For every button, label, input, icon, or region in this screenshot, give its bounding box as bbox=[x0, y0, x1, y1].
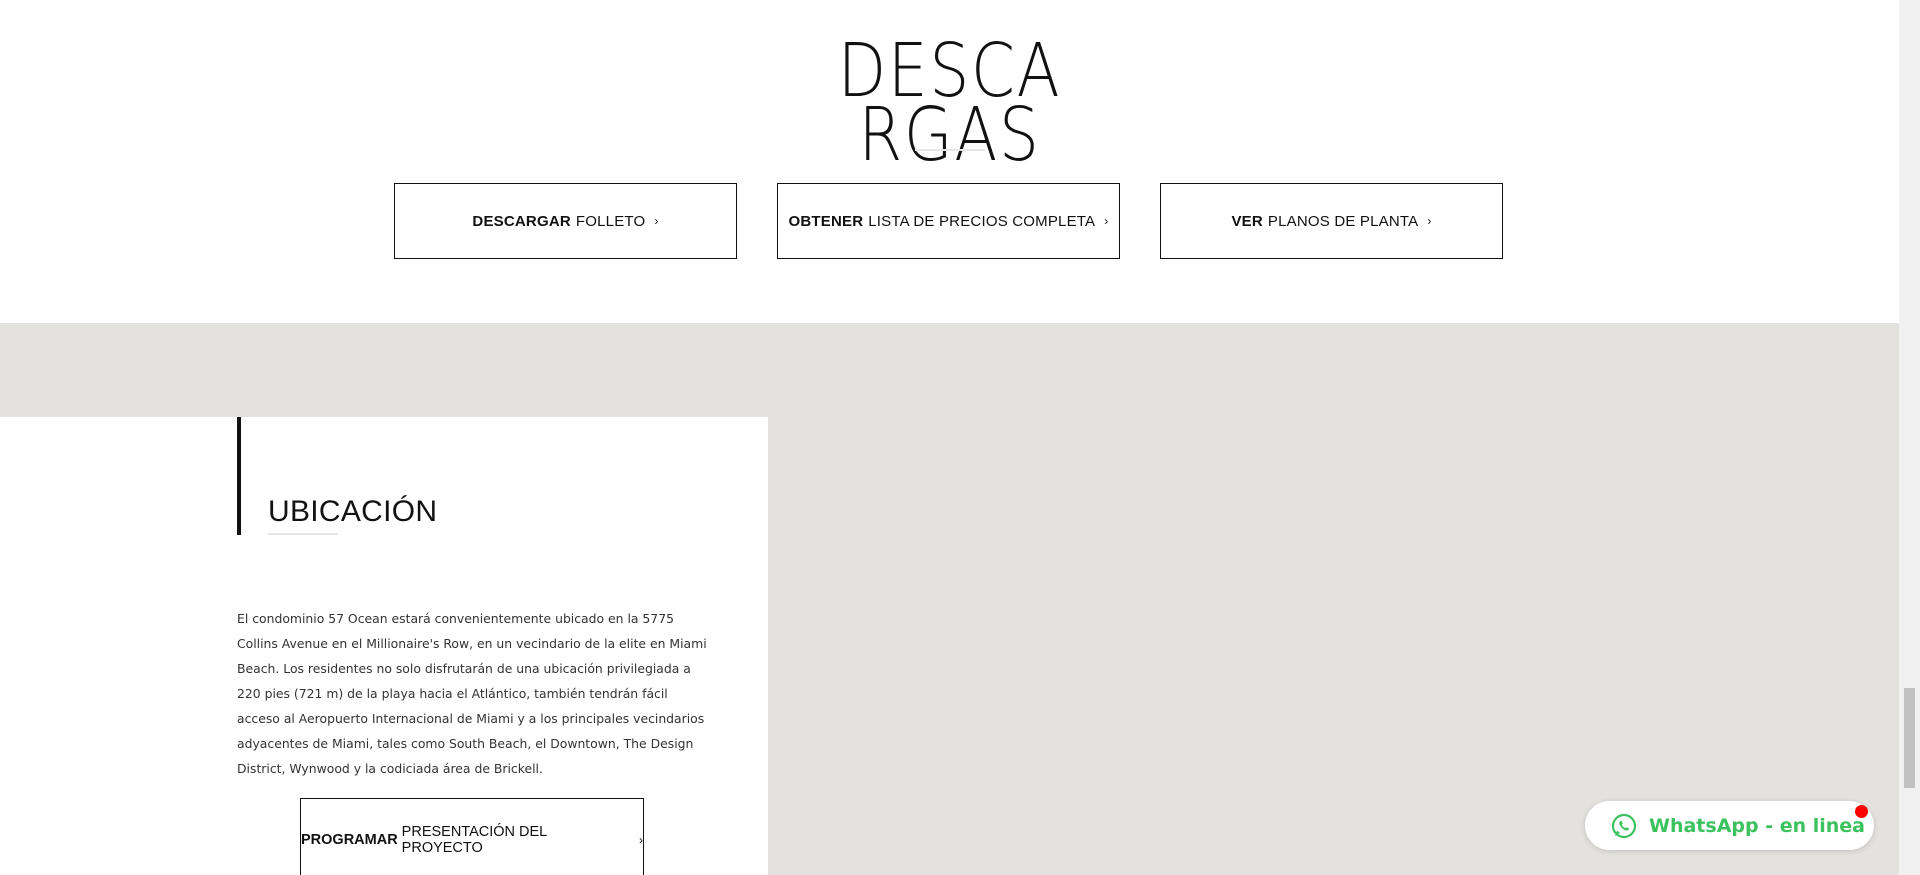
view-floor-plans-button[interactable]: VER PLANOS DE PLANTA › bbox=[1160, 183, 1503, 259]
button-bold-label: OBTENER bbox=[788, 212, 864, 230]
button-label: LISTA DE PRECIOS COMPLETA bbox=[868, 212, 1096, 230]
whatsapp-label: WhatsApp - en linea bbox=[1649, 814, 1866, 837]
button-bold-label: DESCARGAR bbox=[472, 212, 571, 230]
button-label: PRESENTACIÓN DEL PROYECTO bbox=[401, 824, 547, 856]
button-bold-label: VER bbox=[1231, 212, 1263, 230]
location-title: UBICACIÓN bbox=[268, 494, 438, 528]
schedule-presentation-button[interactable]: PROGRAMAR PRESENTACIÓN DEL PROYECTO › bbox=[300, 798, 644, 875]
chevron-right-icon: › bbox=[639, 833, 643, 847]
location-description: El condominio 57 Ocean estará convenient… bbox=[237, 611, 707, 777]
download-brochure-button[interactable]: DESCARGAR FOLLETO › bbox=[394, 183, 737, 259]
whatsapp-chat-button[interactable]: WhatsApp - en linea bbox=[1585, 801, 1874, 850]
get-price-list-button[interactable]: OBTENER LISTA DE PRECIOS COMPLETA › bbox=[777, 183, 1120, 259]
button-bold-label: PROGRAMAR bbox=[301, 832, 398, 848]
chevron-right-icon: › bbox=[1104, 214, 1109, 228]
chevron-right-icon: › bbox=[654, 214, 659, 228]
downloads-section: DESCA RGAS DESCARGAR FOLLETO › OBTENER L… bbox=[0, 0, 1899, 323]
downloads-title-line-2: RGAS bbox=[858, 92, 1041, 179]
button-label: PLANOS DE PLANTA bbox=[1267, 212, 1419, 230]
title-divider bbox=[915, 149, 985, 151]
location-title-divider bbox=[268, 533, 338, 535]
button-label: FOLLETO bbox=[575, 212, 646, 230]
whatsapp-icon bbox=[1611, 813, 1637, 838]
scrollbar-thumb[interactable] bbox=[1904, 688, 1915, 788]
title-accent-bar bbox=[237, 417, 241, 535]
page: DESCA RGAS DESCARGAR FOLLETO › OBTENER L… bbox=[0, 0, 1899, 875]
chevron-right-icon: › bbox=[1427, 214, 1432, 228]
online-status-dot bbox=[1855, 805, 1868, 818]
